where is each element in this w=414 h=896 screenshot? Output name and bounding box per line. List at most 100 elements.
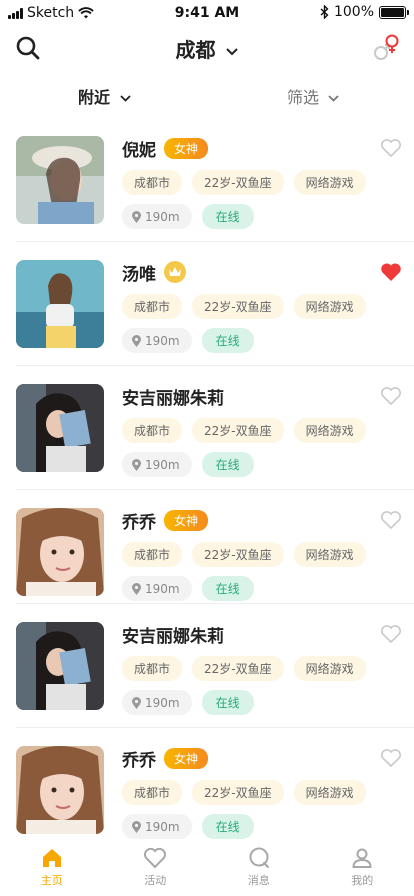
user-tag: 22岁-双鱼座	[192, 780, 284, 805]
user-tag: 22岁-双鱼座	[192, 656, 284, 681]
chevron-down-icon	[226, 47, 239, 55]
battery-icon	[379, 5, 409, 19]
tab-me[interactable]: 我的	[311, 840, 414, 896]
user-tag: 成都市	[122, 542, 183, 567]
crown-icon	[169, 267, 181, 276]
user-avatar[interactable]	[16, 260, 104, 348]
nearby-label: 附近	[78, 88, 111, 107]
gender-icon	[374, 34, 399, 60]
user-avatar[interactable]	[16, 746, 104, 834]
meta-row: 190m 在线	[122, 814, 254, 839]
distance-chip: 190m	[122, 452, 192, 477]
city-label: 成都	[175, 38, 216, 62]
tab-home[interactable]: 主页	[0, 840, 104, 896]
bottom-tab-bar: 主页 活动 消息 我的	[0, 840, 414, 896]
screen-filter-label: 筛选	[287, 88, 320, 107]
user-name: 乔乔	[122, 512, 156, 533]
city-selector[interactable]: 成都	[0, 34, 414, 63]
user-tag: 成都市	[122, 656, 183, 681]
meta-row: 190m 在线	[122, 690, 254, 715]
name-row: 倪妮 女神	[122, 136, 209, 161]
heart-outline-icon	[381, 511, 401, 530]
location-pin-icon	[132, 820, 141, 833]
distance-chip: 190m	[122, 576, 192, 601]
user-tag: 网络游戏	[293, 418, 366, 443]
user-avatar[interactable]	[16, 622, 104, 710]
tag-row: 成都市 22岁-双鱼座 网络游戏	[122, 294, 366, 319]
user-card[interactable]: 乔乔 女神成都市 22岁-双鱼座 网络游戏 190m 在线	[16, 490, 414, 604]
user-tag: 成都市	[122, 294, 183, 319]
user-tag: 网络游戏	[293, 656, 366, 681]
user-name: 安吉丽娜朱莉	[122, 388, 224, 409]
heart-filled-icon	[381, 263, 401, 281]
user-avatar[interactable]	[16, 136, 104, 224]
chevron-down-icon	[328, 95, 339, 102]
user-card[interactable]: 倪妮 女神 成都市 22岁-双鱼座 网络游戏 190m 在线	[16, 118, 414, 242]
name-row: 安吉丽娜朱莉	[122, 384, 224, 409]
goddess-badge: 女神	[164, 137, 209, 159]
tab-label: 我的	[351, 874, 374, 887]
online-status-badge: 在线	[201, 328, 254, 353]
tab-label: 主页	[40, 874, 63, 887]
meta-row: 190m 在线	[122, 452, 254, 477]
goddess-badge: 女神	[164, 509, 209, 531]
tab-label: 消息	[247, 874, 270, 887]
user-card[interactable]: 安吉丽娜朱莉 成都市 22岁-双鱼座 网络游戏 190m 在线	[16, 604, 414, 728]
user-card[interactable]: 安吉丽娜朱莉成都市 22岁-双鱼座 网络游戏 190m 在线	[16, 366, 414, 490]
online-status-badge: 在线	[201, 814, 254, 839]
user-tag: 成都市	[122, 780, 183, 805]
distance-value: 190m	[145, 333, 180, 348]
like-button[interactable]	[380, 624, 402, 644]
name-row: 乔乔 女神	[122, 508, 209, 533]
user-tag: 22岁-双鱼座	[192, 170, 284, 195]
tab-label: 活动	[144, 874, 167, 887]
like-button[interactable]	[380, 138, 402, 158]
user-avatar[interactable]	[16, 508, 104, 596]
user-card[interactable]: 乔乔 女神 成都市 22岁-双鱼座 网络游戏 190m 在线	[16, 728, 414, 852]
tab-activity[interactable]: 活动	[104, 840, 208, 896]
user-tag: 22岁-双鱼座	[192, 294, 284, 319]
name-row: 乔乔 女神	[122, 746, 209, 771]
meta-row: 190m 在线	[122, 328, 254, 353]
heart-outline-icon	[381, 139, 401, 158]
like-button[interactable]	[380, 386, 402, 406]
user-tag: 网络游戏	[293, 542, 366, 567]
location-pin-icon	[132, 696, 141, 709]
like-button[interactable]	[380, 510, 402, 530]
distance-chip: 190m	[122, 204, 192, 229]
name-row: 安吉丽娜朱莉	[122, 622, 224, 647]
user-list: 倪妮 女神 成都市 22岁-双鱼座 网络游戏 190m 在线 汤唯 成都市 22岁-双鱼座 网络游戏…	[0, 118, 414, 852]
chat-bubble-icon	[249, 847, 269, 868]
user-tag: 22岁-双鱼座	[192, 542, 284, 567]
gender-filter-button[interactable]	[370, 32, 402, 64]
status-bar: Sketch 9:41 AM 100%	[0, 0, 414, 28]
user-name: 倪妮	[122, 140, 156, 161]
tag-row: 成都市 22岁-双鱼座 网络游戏	[122, 418, 366, 443]
distance-chip: 190m	[122, 814, 192, 839]
location-pin-icon	[132, 582, 141, 595]
user-avatar[interactable]	[16, 384, 104, 472]
heart-outline-icon	[381, 625, 401, 644]
filter-bar: 附近 筛选	[0, 78, 414, 112]
user-card[interactable]: 汤唯 成都市 22岁-双鱼座 网络游戏 190m 在线	[16, 242, 414, 366]
goddess-badge: 女神	[164, 747, 209, 769]
distance-value: 190m	[145, 209, 180, 224]
tag-row: 成都市 22岁-双鱼座 网络游戏	[122, 780, 366, 805]
person-icon	[352, 848, 372, 868]
top-header: 成都	[0, 28, 414, 68]
tag-row: 成都市 22岁-双鱼座 网络游戏	[122, 656, 366, 681]
location-pin-icon	[132, 334, 141, 347]
screen-filter[interactable]: 筛选	[287, 84, 339, 108]
user-name: 乔乔	[122, 750, 156, 771]
heart-outline-icon	[144, 847, 167, 869]
like-button[interactable]	[380, 748, 402, 768]
like-button[interactable]	[380, 262, 402, 282]
distance-value: 190m	[145, 457, 180, 472]
location-pin-icon	[132, 458, 141, 471]
distance-chip: 190m	[122, 328, 192, 353]
online-status-badge: 在线	[201, 576, 254, 601]
nearby-filter[interactable]: 附近	[78, 84, 131, 108]
meta-row: 190m 在线	[122, 204, 254, 229]
tab-messages[interactable]: 消息	[207, 840, 311, 896]
user-tag: 22岁-双鱼座	[192, 418, 284, 443]
